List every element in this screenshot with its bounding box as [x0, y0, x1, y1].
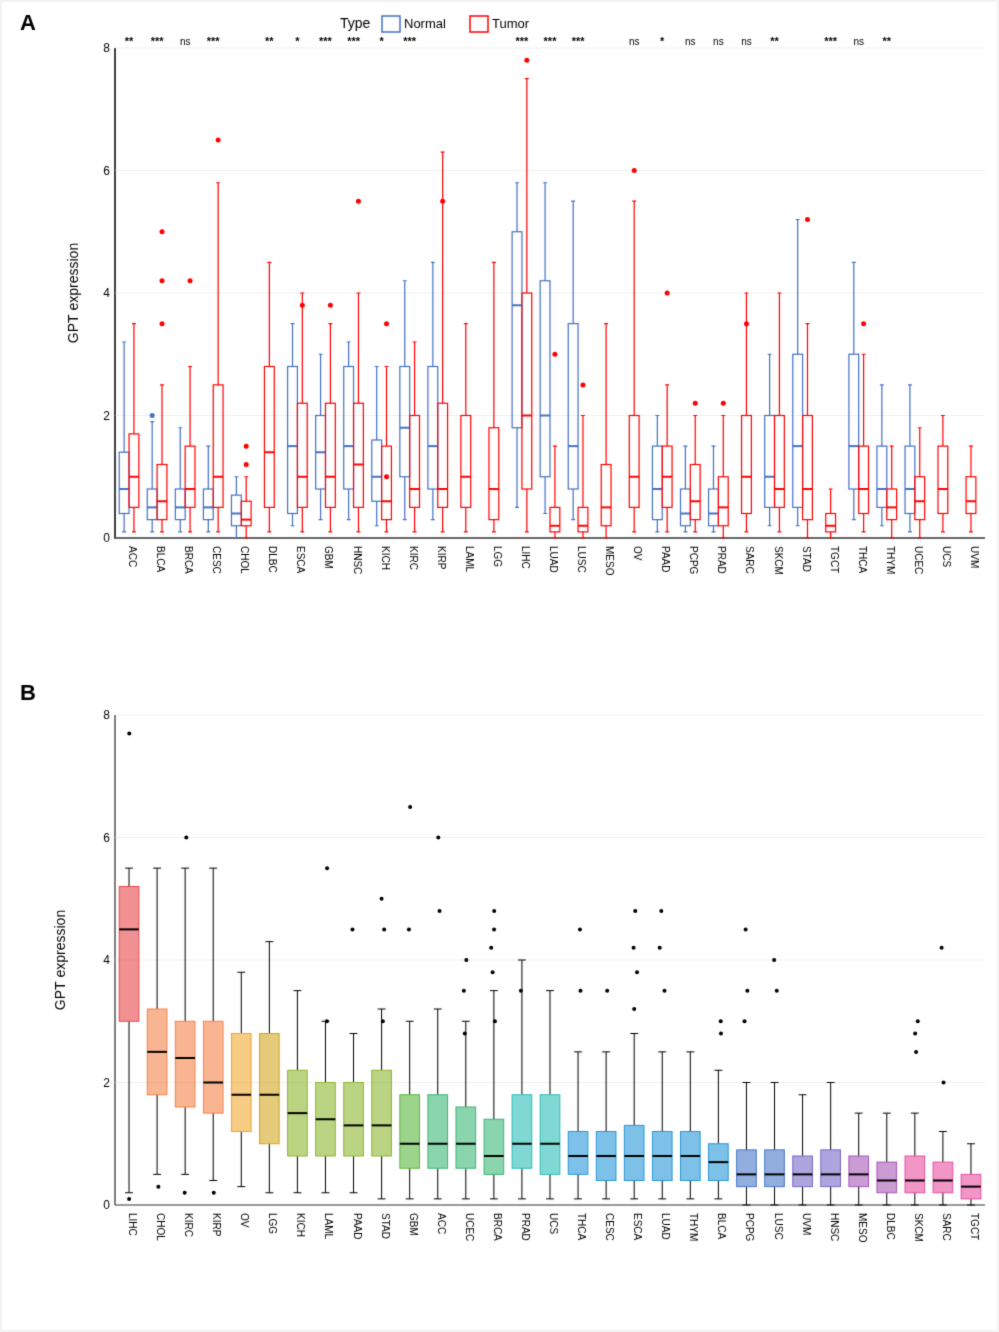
main-canvas [0, 0, 999, 1332]
chart-container [0, 0, 999, 1332]
